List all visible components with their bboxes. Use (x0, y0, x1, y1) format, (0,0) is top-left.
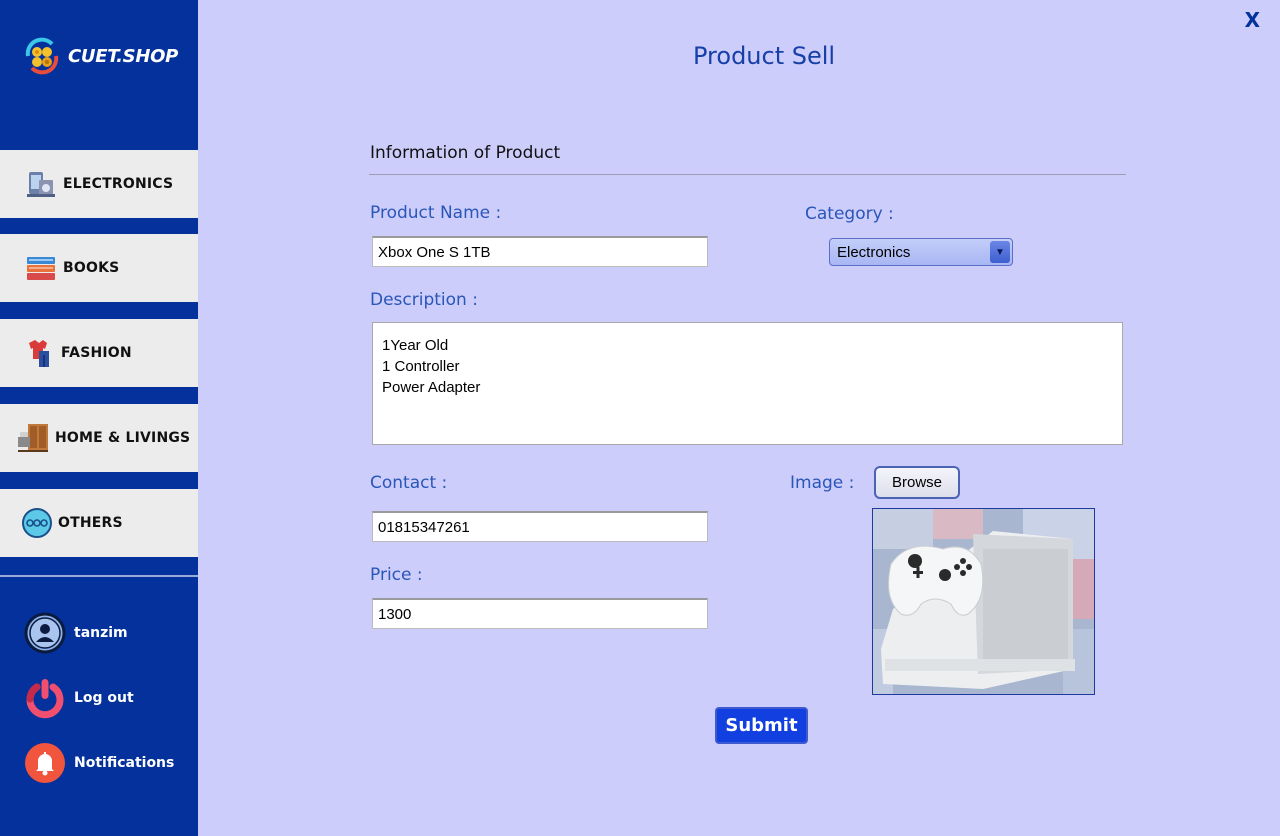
close-button[interactable]: X (1245, 8, 1260, 32)
category-others[interactable]: OTHERS (0, 489, 198, 557)
brand-name: CUET.SHOP (68, 45, 179, 67)
product-image (872, 508, 1095, 695)
submit-button[interactable]: Submit (715, 707, 808, 744)
price-input[interactable]: 1300 (372, 598, 708, 629)
home-livings-icon (16, 421, 50, 455)
chevron-down-icon[interactable]: ▼ (990, 241, 1010, 263)
description-line: Power Adapter (382, 379, 481, 396)
notifications-label: Notifications (74, 755, 175, 771)
category-label: BOOKS (63, 260, 120, 276)
category-label: Category : (805, 204, 894, 224)
shop-logo-icon (22, 36, 62, 76)
category-selected-value: Electronics (837, 243, 911, 261)
price-label: Price : (370, 565, 423, 585)
books-icon (24, 251, 58, 285)
user-profile[interactable]: tanzim (24, 612, 128, 654)
fashion-icon (24, 336, 58, 370)
sidebar: CUET.SHOP ELECTRONICS BOOKS FASHION HOME… (0, 0, 198, 836)
browse-button[interactable]: Browse (874, 466, 960, 499)
electronics-icon (24, 167, 58, 201)
logout-button[interactable]: Log out (24, 677, 134, 719)
category-label: ELECTRONICS (63, 176, 174, 192)
section-divider (369, 174, 1126, 175)
category-select[interactable]: Electronics ▼ (829, 238, 1013, 266)
sidebar-divider (0, 575, 198, 577)
notifications-button[interactable]: Notifications (24, 742, 174, 784)
category-label: FASHION (61, 345, 132, 361)
category-fashion[interactable]: FASHION (0, 319, 198, 387)
category-books[interactable]: BOOKS (0, 234, 198, 302)
product-name-label: Product Name : (370, 203, 502, 223)
category-label: HOME & LIVINGS (55, 430, 191, 446)
logout-label: Log out (74, 690, 134, 706)
description-textarea[interactable]: 1Year Old 1 Controller Power Adapter (372, 322, 1123, 445)
category-electronics[interactable]: ELECTRONICS (0, 150, 198, 218)
power-icon (24, 677, 66, 719)
bell-icon (24, 742, 66, 784)
contact-label: Contact : (370, 473, 448, 493)
description-label: Description : (370, 290, 478, 310)
username: tanzim (74, 625, 128, 641)
description-line: 1Year Old (382, 337, 449, 354)
user-avatar-icon (24, 612, 66, 654)
product-name-input[interactable]: Xbox One S 1TB (372, 236, 708, 267)
others-icon (20, 506, 54, 540)
section-title: Information of Product (370, 143, 561, 163)
contact-input[interactable]: 01815347261 (372, 511, 708, 542)
description-line: 1 Controller (382, 358, 460, 375)
image-label: Image : (790, 473, 855, 493)
category-label: OTHERS (58, 515, 123, 531)
category-home-livings[interactable]: HOME & LIVINGS (0, 404, 198, 472)
page-title: Product Sell (693, 42, 836, 70)
brand[interactable]: CUET.SHOP (22, 36, 178, 76)
